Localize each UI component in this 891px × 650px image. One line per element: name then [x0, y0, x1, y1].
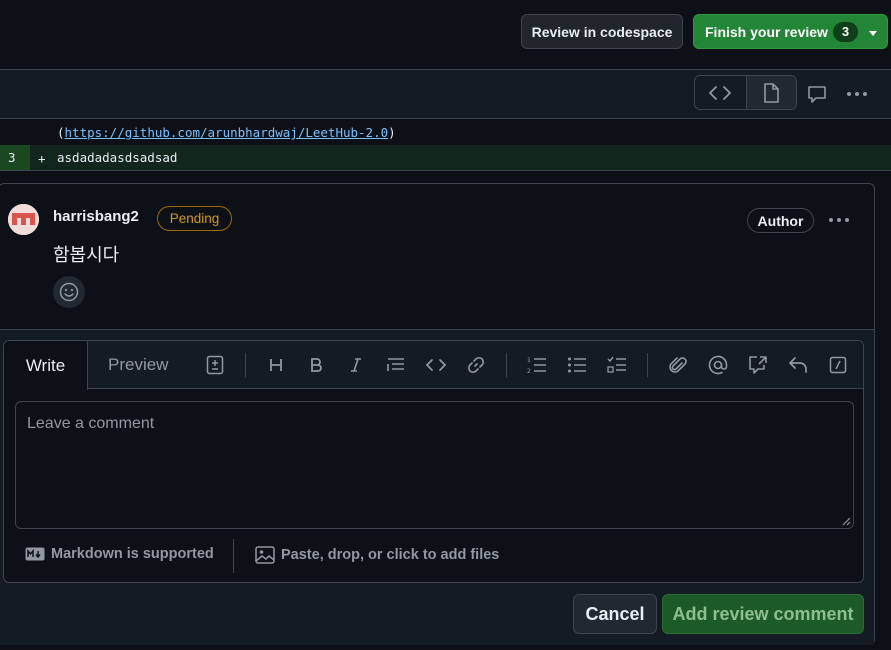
- suggestion-button[interactable]: [203, 353, 227, 377]
- paren-open: (: [57, 125, 65, 140]
- link-button[interactable]: [464, 353, 488, 377]
- comment-placeholder: Leave a comment: [27, 415, 155, 432]
- code-icon: [709, 85, 732, 100]
- code-button[interactable]: [424, 353, 448, 377]
- code-view-button[interactable]: [695, 76, 746, 109]
- cross-reference-icon: [749, 356, 767, 374]
- footer-divider: [233, 539, 234, 573]
- slash-command-button[interactable]: [826, 353, 850, 377]
- resize-handle-icon[interactable]: [841, 516, 851, 526]
- rich-view-button[interactable]: [745, 76, 796, 109]
- toolbar-divider: [647, 353, 648, 377]
- caret-down-icon: [869, 31, 877, 36]
- file-options-button[interactable]: [845, 82, 869, 106]
- diff-link[interactable]: https://github.com/arunbhardwaj/LeetHub-…: [65, 125, 389, 140]
- italic-button[interactable]: [344, 353, 368, 377]
- task-list-button[interactable]: [605, 353, 629, 377]
- comment-button[interactable]: [805, 82, 829, 106]
- diff-context-line: (https://github.com/arunbhardwaj/LeetHub…: [0, 120, 891, 145]
- markdown-note[interactable]: Markdown is supported: [25, 546, 214, 562]
- line-number[interactable]: 3: [0, 145, 30, 170]
- quote-icon: [387, 358, 404, 371]
- divider: [0, 170, 891, 171]
- mention-button[interactable]: [706, 353, 730, 377]
- ordered-list-button[interactable]: 12: [525, 353, 549, 377]
- added-line-text: asdadadasdsadsad: [57, 150, 178, 165]
- review-in-codespace-label: Review in codespace: [531, 23, 673, 40]
- markdown-note-label: Markdown is supported: [51, 546, 214, 562]
- toolbar-divider: [506, 353, 507, 377]
- bold-icon: [311, 358, 322, 372]
- svg-text:1: 1: [527, 357, 531, 364]
- pending-count-badge: 3: [832, 21, 858, 42]
- finish-review-label: Finish your review: [705, 23, 828, 40]
- cancel-button[interactable]: Cancel: [573, 594, 657, 634]
- file-header: [0, 69, 891, 119]
- identicon: [8, 204, 39, 235]
- avatar[interactable]: [8, 204, 39, 235]
- add-review-comment-button[interactable]: Add review comment: [662, 594, 864, 634]
- code-icon: [426, 359, 446, 371]
- tab-preview[interactable]: Preview: [108, 355, 168, 375]
- ordered-list-icon: 12: [527, 357, 546, 374]
- pending-badge: Pending: [157, 206, 232, 231]
- comment-textarea[interactable]: Leave a comment: [15, 401, 854, 529]
- finish-review-button[interactable]: Finish your review 3: [693, 14, 888, 49]
- heading-icon: [270, 359, 282, 371]
- markdown-icon: [25, 547, 45, 561]
- kebab-icon: [829, 218, 849, 222]
- file-icon: [764, 82, 780, 103]
- toolbar-divider: [245, 353, 246, 377]
- heading-button[interactable]: [264, 353, 288, 377]
- attach-files-label: Paste, drop, or click to add files: [281, 547, 500, 563]
- comment-body: 함봅시다: [53, 245, 120, 265]
- cancel-label: Cancel: [585, 603, 645, 624]
- comment-icon: [808, 86, 826, 103]
- suggestion-icon: [206, 355, 224, 375]
- mention-icon: [708, 355, 728, 375]
- comment-author[interactable]: harrisbang2: [53, 208, 139, 225]
- editor-toolbar: Write Preview 12: [4, 341, 863, 390]
- reply-icon: [788, 357, 807, 373]
- quote-button[interactable]: [384, 353, 408, 377]
- attach-button[interactable]: [666, 353, 690, 377]
- image-icon: [255, 546, 275, 564]
- review-in-codespace-button[interactable]: Review in codespace: [521, 14, 683, 49]
- view-toggle: [694, 75, 797, 110]
- add-reaction-button[interactable]: [53, 276, 85, 308]
- add-review-comment-label: Add review comment: [672, 603, 854, 624]
- saved-reply-button[interactable]: [786, 353, 810, 377]
- diff-added-line: 3 + asdadadasdsadsad: [0, 145, 891, 170]
- link-icon: [467, 356, 485, 374]
- smiley-icon: [59, 282, 79, 302]
- attach-files-note[interactable]: Paste, drop, or click to add files: [255, 546, 499, 564]
- unordered-list-button[interactable]: [565, 353, 589, 377]
- paperclip-icon: [669, 357, 687, 373]
- italic-icon: [351, 358, 361, 372]
- tab-write[interactable]: Write: [4, 341, 88, 390]
- svg-text:2: 2: [527, 368, 531, 374]
- comment-editor: Write Preview 12 Leave a comment Markdow…: [3, 340, 864, 583]
- cross-reference-button[interactable]: [746, 353, 770, 377]
- comment-options-button[interactable]: [827, 208, 851, 232]
- added-marker: +: [38, 151, 46, 166]
- unordered-list-icon: [568, 357, 586, 373]
- bold-button[interactable]: [304, 353, 328, 377]
- slash-command-icon: [829, 356, 847, 374]
- task-list-icon: [607, 356, 626, 373]
- kebab-icon: [847, 92, 867, 96]
- author-badge: Author: [747, 208, 814, 233]
- paren-close: ): [388, 125, 396, 140]
